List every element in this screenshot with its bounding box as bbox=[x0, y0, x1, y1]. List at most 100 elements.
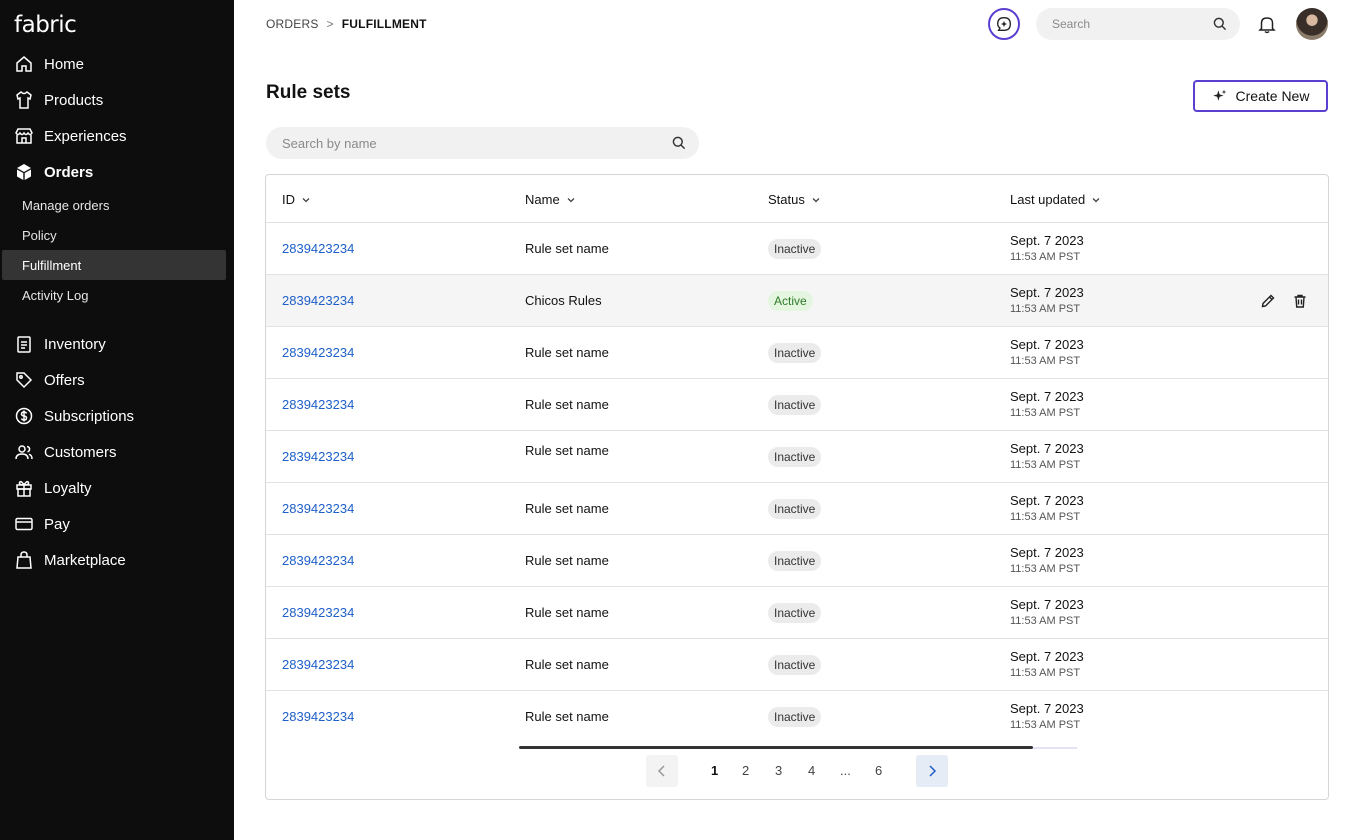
last-updated-time: 11:53 AM PST bbox=[1010, 667, 1081, 679]
table-row[interactable]: 2839423234 Rule set name Inactive Sept. … bbox=[266, 223, 1328, 275]
horizontal-scrollbar[interactable] bbox=[519, 746, 1033, 749]
sidebar-subitem-policy[interactable]: Policy bbox=[2, 220, 226, 250]
page-number-button[interactable]: 1 bbox=[711, 763, 718, 778]
column-header-name[interactable]: Name bbox=[525, 192, 576, 207]
sidebar-item-pay[interactable]: Pay bbox=[14, 509, 226, 539]
sidebar-item-loyalty[interactable]: Loyalty bbox=[14, 473, 226, 503]
sidebar-item-label: Inventory bbox=[44, 335, 106, 353]
rule-set-id-link[interactable]: 2839423234 bbox=[282, 709, 354, 724]
sidebar-item-inventory[interactable]: Inventory bbox=[14, 329, 226, 359]
last-updated-date: Sept. 7 2023 bbox=[1010, 441, 1084, 456]
avatar[interactable] bbox=[1296, 8, 1328, 40]
table-row[interactable]: 2839423234 Rule set name Inactive Sept. … bbox=[266, 639, 1328, 691]
rule-set-id-link[interactable]: 2839423234 bbox=[282, 397, 354, 412]
column-header-label: Name bbox=[525, 192, 560, 207]
last-updated-time: 11:53 AM PST bbox=[1010, 355, 1081, 367]
sidebar-item-marketplace[interactable]: Marketplace bbox=[14, 545, 226, 575]
rule-set-id-link[interactable]: 2839423234 bbox=[282, 293, 354, 308]
sidebar-subitem-label: Fulfillment bbox=[22, 257, 82, 273]
rule-set-id-link[interactable]: 2839423234 bbox=[282, 553, 354, 568]
create-new-button[interactable]: Create New bbox=[1193, 80, 1328, 112]
last-updated-time: 11:53 AM PST bbox=[1010, 615, 1081, 627]
next-page-button[interactable] bbox=[916, 755, 948, 787]
column-header-status[interactable]: Status bbox=[768, 192, 821, 207]
last-updated: Sept. 7 2023 11:53 AM PST bbox=[1010, 233, 1084, 265]
last-updated: Sept. 7 2023 11:53 AM PST bbox=[1010, 493, 1084, 525]
rule-set-id-link[interactable]: 2839423234 bbox=[282, 241, 354, 256]
last-updated-date: Sept. 7 2023 bbox=[1010, 493, 1084, 508]
sidebar-item-label: Loyalty bbox=[44, 479, 92, 497]
table-row[interactable]: 2839423234 Rule set name Inactive Sept. … bbox=[266, 535, 1328, 587]
table-row[interactable]: 2839423234 Rule set name Inactive Sept. … bbox=[266, 483, 1328, 535]
rule-set-name: Rule set name bbox=[525, 553, 609, 568]
last-updated: Sept. 7 2023 11:53 AM PST bbox=[1010, 389, 1084, 421]
last-updated-time: 11:53 AM PST bbox=[1010, 719, 1081, 731]
rule-set-id-link[interactable]: 2839423234 bbox=[282, 449, 354, 464]
gift-icon bbox=[16, 480, 32, 497]
sidebar-item-label: Home bbox=[44, 55, 85, 73]
status-badge: Inactive bbox=[768, 499, 822, 519]
table-row[interactable]: 2839423234 Rule set name Inactive Sept. … bbox=[266, 587, 1328, 639]
sidebar-item-label: Subscriptions bbox=[44, 407, 135, 425]
table-row[interactable]: 2839423234 Rule set name Inactive Sept. … bbox=[266, 431, 1328, 483]
sidebar-item-products[interactable]: Products bbox=[14, 85, 226, 115]
fabric-logo[interactable]: fabric bbox=[14, 12, 77, 38]
sidebar-subitem-manage-orders[interactable]: Manage orders bbox=[2, 190, 226, 220]
column-header-id[interactable]: ID bbox=[282, 192, 311, 207]
column-header-last-updated[interactable]: Last updated bbox=[1010, 192, 1101, 207]
last-updated-time: 11:53 AM PST bbox=[1010, 303, 1081, 315]
notification-bell-icon[interactable] bbox=[1256, 13, 1278, 35]
last-updated-time: 11:53 AM PST bbox=[1010, 511, 1081, 523]
chevron-left-icon bbox=[657, 765, 665, 777]
table-row[interactable]: 2839423234 Rule set name Inactive Sept. … bbox=[266, 691, 1328, 743]
breadcrumb-fulfillment: FULFILLMENT bbox=[341, 17, 427, 31]
sidebar-item-experiences[interactable]: Experiences bbox=[14, 121, 226, 151]
status-badge: Inactive bbox=[768, 655, 822, 675]
global-search-input[interactable]: Search bbox=[1036, 8, 1240, 40]
rule-set-id-link[interactable]: 2839423234 bbox=[282, 345, 354, 360]
breadcrumb-orders[interactable]: ORDERS bbox=[266, 17, 319, 31]
sidebar-item-orders[interactable]: Orders bbox=[14, 157, 226, 187]
create-new-label: Create New bbox=[1235, 88, 1310, 104]
status-badge: Inactive bbox=[768, 447, 822, 467]
last-updated-date: Sept. 7 2023 bbox=[1010, 337, 1084, 352]
sidebar-item-label: Orders bbox=[44, 163, 94, 181]
rule-set-id-link[interactable]: 2839423234 bbox=[282, 657, 354, 672]
sidebar-subitem-label: Manage orders bbox=[22, 197, 110, 213]
page-number-button[interactable]: 3 bbox=[775, 763, 782, 778]
trash-icon[interactable] bbox=[1292, 293, 1308, 309]
chevron-right-icon bbox=[929, 765, 937, 777]
sidebar-item-subscriptions[interactable]: Subscriptions bbox=[14, 401, 226, 431]
pagination: 1 2 3 4 ... 6 bbox=[266, 755, 1328, 787]
sidebar-item-offers[interactable]: Offers bbox=[14, 365, 226, 395]
page-number-button[interactable]: 6 bbox=[875, 763, 882, 778]
storefront-icon bbox=[15, 128, 33, 144]
table-row[interactable]: 2839423234 Rule set name Inactive Sept. … bbox=[266, 379, 1328, 431]
chevron-down-icon bbox=[302, 197, 310, 202]
sparkle-icon bbox=[1212, 89, 1226, 101]
column-header-label: Last updated bbox=[1010, 192, 1086, 207]
previous-page-button[interactable] bbox=[646, 755, 678, 787]
rule-set-id-link[interactable]: 2839423234 bbox=[282, 605, 354, 620]
last-updated-date: Sept. 7 2023 bbox=[1010, 545, 1084, 560]
rule-sets-table: ID Name Status Last updated 2839423234 R… bbox=[265, 174, 1329, 800]
sidebar-item-home[interactable]: Home bbox=[14, 49, 226, 79]
chevron-right-icon: > bbox=[326, 17, 334, 31]
edit-pencil-icon[interactable] bbox=[1260, 293, 1276, 309]
search-by-name-input[interactable]: Search by name bbox=[266, 127, 699, 159]
copilot-button[interactable] bbox=[988, 8, 1020, 40]
rule-set-id-link[interactable]: 2839423234 bbox=[282, 501, 354, 516]
sidebar-subitem-fulfillment[interactable]: Fulfillment bbox=[2, 250, 226, 280]
page-number-button[interactable]: 2 bbox=[742, 763, 749, 778]
table-row[interactable]: 2839423234 Rule set name Inactive Sept. … bbox=[266, 327, 1328, 379]
sidebar-subitem-activity-log[interactable]: Activity Log bbox=[2, 280, 226, 310]
status-badge: Inactive bbox=[768, 239, 822, 259]
page-number-button[interactable]: 4 bbox=[808, 763, 815, 778]
table-row[interactable]: 2839423234 Chicos Rules Active Sept. 7 2… bbox=[266, 275, 1328, 327]
chevron-down-icon bbox=[812, 197, 820, 202]
sparkle-chat-icon bbox=[997, 17, 1011, 31]
status-badge: Inactive bbox=[768, 395, 822, 415]
page-ellipsis: ... bbox=[840, 763, 851, 778]
last-updated-date: Sept. 7 2023 bbox=[1010, 701, 1084, 716]
sidebar-item-customers[interactable]: Customers bbox=[14, 437, 226, 467]
